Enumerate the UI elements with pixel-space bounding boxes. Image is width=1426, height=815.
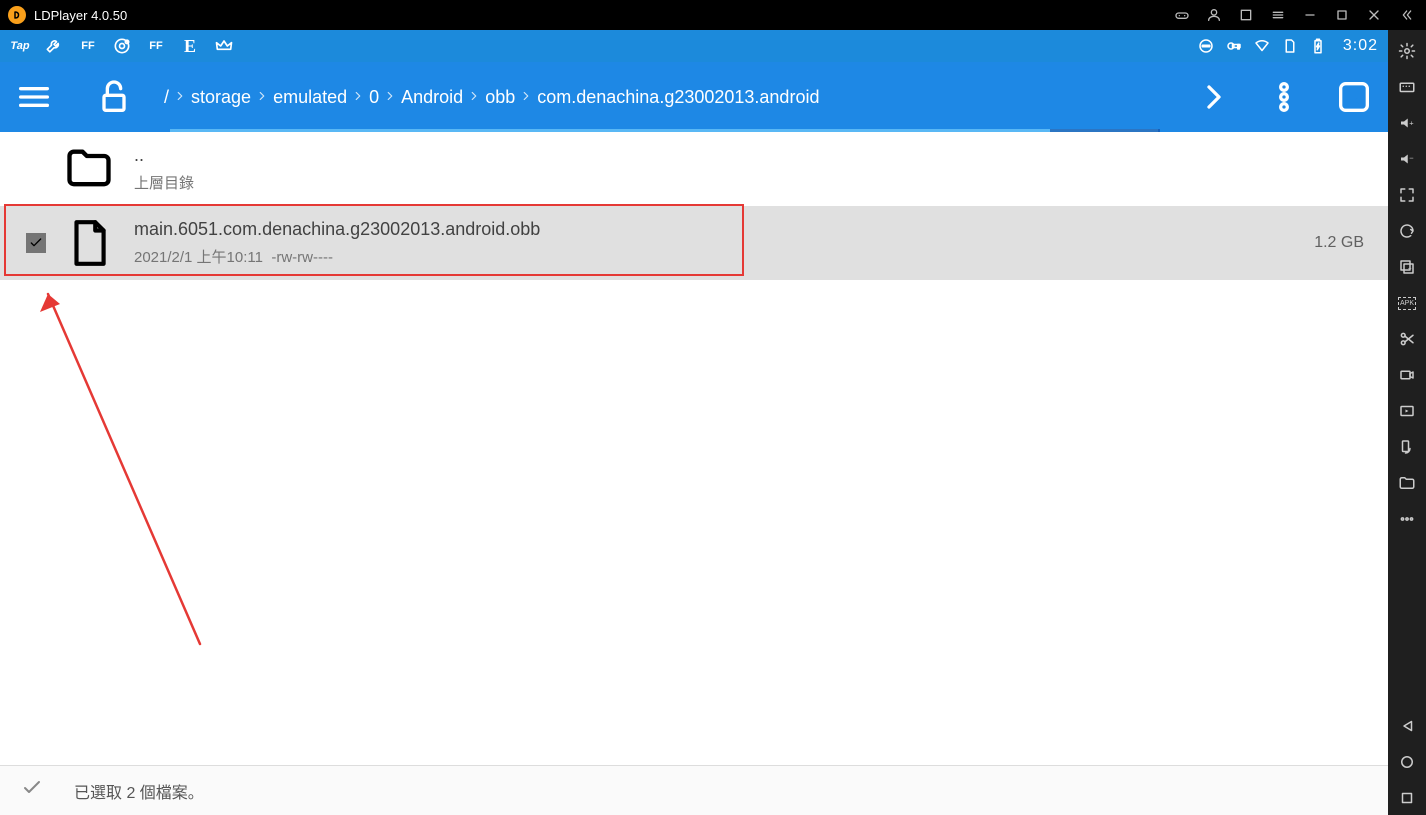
android-statusbar: Tap FF FF E 3:02 <box>0 30 1388 62</box>
overflow-menu-button[interactable] <box>1264 77 1304 117</box>
file-size: 1.2 GB <box>1314 234 1364 252</box>
back-button[interactable] <box>1390 709 1424 743</box>
search-button[interactable] <box>1334 77 1374 117</box>
ldplayer-logo-icon <box>8 6 26 24</box>
breadcrumb-item[interactable]: com.denachina.g23002013.android <box>537 87 819 108</box>
close-button[interactable] <box>1362 3 1386 27</box>
volume-down-icon[interactable]: − <box>1390 142 1424 176</box>
selection-status-text: 已選取 2 個檔案。 <box>74 779 204 803</box>
breadcrumb-item[interactable]: obb <box>485 87 515 108</box>
more-icon[interactable] <box>1390 502 1424 536</box>
no-sim-icon <box>1281 37 1299 55</box>
sync-icon[interactable] <box>1390 214 1424 248</box>
breadcrumb-item[interactable]: 0 <box>369 87 379 108</box>
file-meta: 上層目錄 <box>134 172 1372 193</box>
svg-text:+: + <box>1408 266 1412 273</box>
scissors-icon[interactable] <box>1390 322 1424 356</box>
rotate-icon[interactable] <box>1390 430 1424 464</box>
chevron-right-icon <box>173 87 187 108</box>
breadcrumb-item[interactable]: Android <box>401 87 463 108</box>
keyboard-icon[interactable] <box>1390 70 1424 104</box>
file-meta: 2021/2/1 上午10:11 -rw-rw---- <box>134 246 1314 267</box>
volume-up-icon[interactable]: + <box>1390 106 1424 140</box>
battery-icon <box>1309 37 1327 55</box>
multi-instance-icon[interactable]: + <box>1390 250 1424 284</box>
breadcrumb-root[interactable]: / <box>164 87 169 108</box>
menu-icon[interactable] <box>1266 3 1290 27</box>
recents-button[interactable] <box>1390 781 1424 815</box>
status-clock: 3:02 <box>1343 37 1378 55</box>
hamburger-menu-button[interactable] <box>14 77 54 117</box>
file-list: .. 上層目錄 main.6051.com.denachina.g2300201… <box>0 132 1388 765</box>
tap-icon[interactable]: Tap <box>10 36 30 56</box>
file-name: main.6051.com.denachina.g23002013.androi… <box>134 219 1314 240</box>
chevron-right-icon <box>383 87 397 108</box>
breadcrumb-item[interactable]: emulated <box>273 87 347 108</box>
breadcrumb-item[interactable]: storage <box>191 87 251 108</box>
lock-open-icon[interactable] <box>94 77 134 117</box>
gamepad-icon[interactable] <box>1170 3 1194 27</box>
parent-directory-row[interactable]: .. 上層目錄 <box>0 132 1388 206</box>
ff-icon-1[interactable]: FF <box>78 36 98 56</box>
window-titlebar: LDPlayer 4.0.50 <box>0 0 1426 30</box>
file-name: .. <box>134 145 1372 166</box>
home-button[interactable] <box>1390 745 1424 779</box>
checkbox-checked-icon[interactable] <box>26 233 46 253</box>
fullscreen-toggle-icon[interactable] <box>1390 178 1424 212</box>
minimize-button[interactable] <box>1298 3 1322 27</box>
user-icon[interactable] <box>1202 3 1226 27</box>
ff-icon-2[interactable]: FF <box>146 36 166 56</box>
breadcrumb: / storage emulated 0 Android obb com.den… <box>164 87 1194 108</box>
checkmark-icon[interactable] <box>20 776 44 805</box>
maximize-button[interactable] <box>1330 3 1354 27</box>
annotation-arrow <box>30 284 210 664</box>
e-icon[interactable]: E <box>180 36 200 56</box>
chevron-right-icon <box>519 87 533 108</box>
camera-icon[interactable] <box>112 36 132 56</box>
settings-gear-icon[interactable] <box>1390 34 1424 68</box>
emulator-sidebar: + − + APK <box>1388 30 1426 815</box>
operation-record-icon[interactable] <box>1390 394 1424 428</box>
fullscreen-icon[interactable] <box>1234 3 1258 27</box>
crown-icon[interactable] <box>214 36 234 56</box>
chevron-right-icon <box>351 87 365 108</box>
svg-text:+: + <box>1409 118 1414 127</box>
chevron-right-icon <box>467 87 481 108</box>
video-record-icon[interactable] <box>1390 358 1424 392</box>
selection-statusbar: 已選取 2 個檔案。 <box>0 765 1388 815</box>
file-manager-toolbar: / storage emulated 0 Android obb com.den… <box>0 62 1388 132</box>
wifi-icon <box>1253 37 1271 55</box>
chevron-right-icon <box>255 87 269 108</box>
wrench-icon[interactable] <box>44 36 64 56</box>
file-row[interactable]: main.6051.com.denachina.g23002013.androi… <box>0 206 1388 280</box>
folder-icon <box>60 140 118 198</box>
window-title: LDPlayer 4.0.50 <box>34 8 127 23</box>
breadcrumb-forward-button[interactable] <box>1194 77 1234 117</box>
svg-text:−: − <box>1409 154 1414 163</box>
dnd-icon <box>1197 37 1215 55</box>
apk-install-icon[interactable]: APK <box>1390 286 1424 320</box>
shared-folder-icon[interactable] <box>1390 466 1424 500</box>
collapse-sidebar-icon[interactable] <box>1394 3 1418 27</box>
vpn-key-icon <box>1225 37 1243 55</box>
file-icon <box>60 214 118 272</box>
